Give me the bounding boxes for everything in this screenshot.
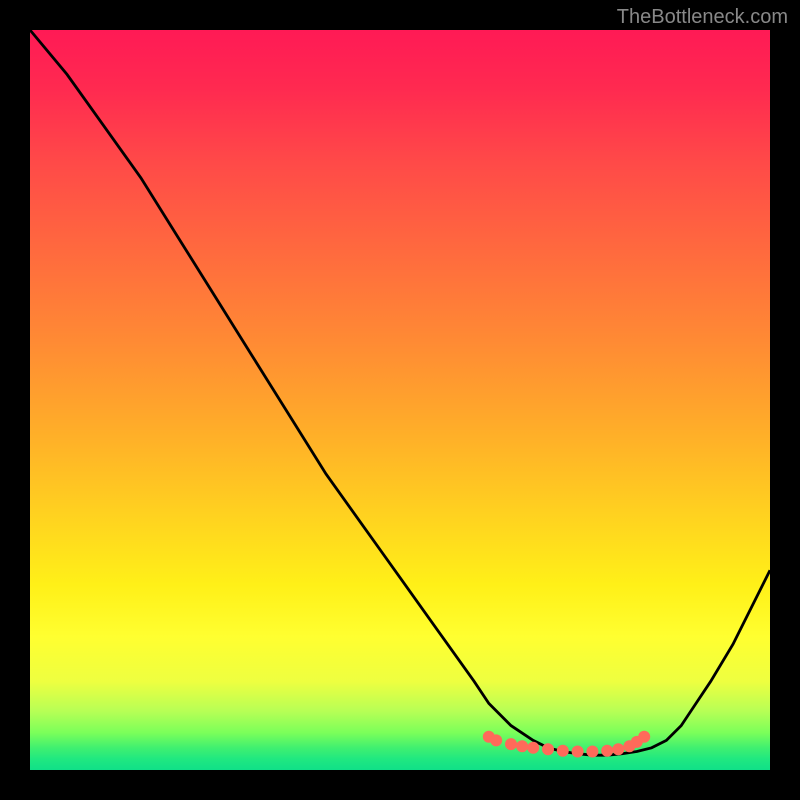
marker-dot bbox=[527, 742, 539, 754]
marker-dot bbox=[572, 746, 584, 758]
curve-svg bbox=[30, 30, 770, 770]
marker-dot bbox=[601, 745, 613, 757]
marker-dot bbox=[516, 740, 528, 752]
watermark-text: TheBottleneck.com bbox=[617, 6, 788, 29]
chart-container: TheBottleneck.com bbox=[0, 0, 800, 800]
marker-dot bbox=[586, 746, 598, 758]
plot-area bbox=[30, 30, 770, 770]
marker-dot bbox=[505, 738, 517, 750]
marker-dot bbox=[542, 743, 554, 755]
bottleneck-curve bbox=[30, 30, 770, 755]
marker-dot bbox=[557, 745, 569, 757]
marker-dot bbox=[612, 743, 624, 755]
marker-dot bbox=[490, 734, 502, 746]
marker-dot bbox=[638, 731, 650, 743]
